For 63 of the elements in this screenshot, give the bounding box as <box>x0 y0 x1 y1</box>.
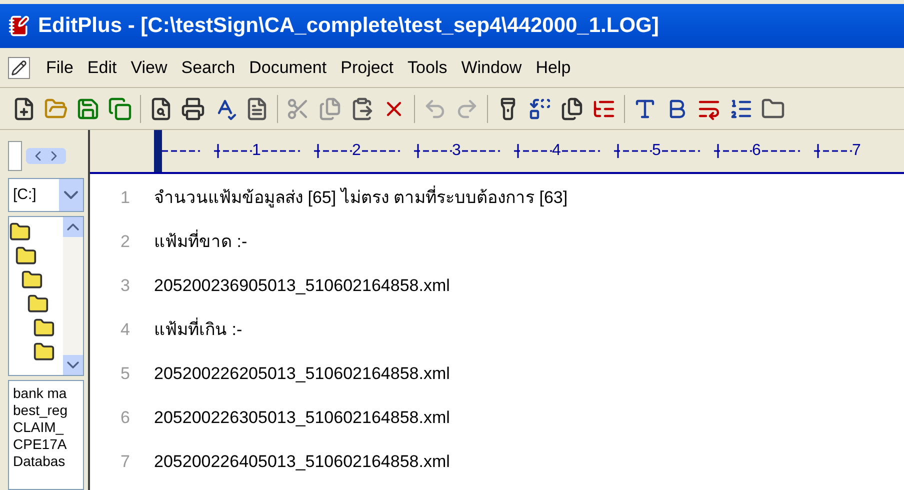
window-title: EditPlus - [C:\testSign\CA_complete\test_sep4\442000_1.LOG] <box>38 13 659 40</box>
file-list-item[interactable]: best_reg <box>13 402 83 419</box>
document-icon[interactable] <box>245 96 269 120</box>
save-all-icon[interactable] <box>108 96 132 120</box>
save-icon[interactable] <box>76 96 100 120</box>
ruler-number: 4 <box>552 141 562 161</box>
ruler-number: 2 <box>352 141 362 161</box>
line-number: 3 <box>120 275 130 298</box>
menu-item[interactable]: Project <box>334 54 400 80</box>
line-number: 5 <box>120 363 130 386</box>
line-number: 7 <box>120 451 130 474</box>
scroll-up-icon[interactable] <box>63 217 83 237</box>
folder-icon[interactable] <box>33 341 55 363</box>
pencil-icon <box>8 56 30 78</box>
line-number: 6 <box>120 407 130 430</box>
sidebar-tab[interactable] <box>8 141 22 171</box>
pages-icon[interactable] <box>560 96 584 120</box>
ruler-number: 6 <box>752 141 762 161</box>
replace-icon[interactable] <box>528 96 552 120</box>
menu-item[interactable]: Search <box>175 54 242 80</box>
code-line: 205200236905013_510602164858.xml <box>154 275 450 298</box>
menu-item[interactable]: Edit <box>81 54 123 80</box>
menu-item[interactable]: Document <box>243 54 333 80</box>
code-line: แฟ้มที่เกิน :- <box>154 317 242 343</box>
drive-dropdown[interactable]: [C:] <box>8 178 84 212</box>
menu-item[interactable]: File <box>40 54 80 80</box>
file-list-item[interactable]: CPE17A <box>13 436 83 453</box>
ruler-number: 5 <box>652 141 662 161</box>
print-preview-icon[interactable] <box>149 96 173 120</box>
file-list-item[interactable]: Databas <box>13 453 83 470</box>
file-list-item[interactable]: CLAIM_ <box>13 419 83 436</box>
file-list-item[interactable]: bank ma <box>13 385 83 402</box>
menu-item[interactable]: Help <box>530 54 577 80</box>
menu-item[interactable]: View <box>124 54 174 80</box>
code-line: 205200226305013_510602164858.xml <box>154 407 450 430</box>
code-line: จำนวนแฟ้มข้อมูลส่ง [65] ไม่ตรง ตามที่ระบบต้องการ [63] <box>154 185 568 211</box>
scrollbar[interactable] <box>63 217 83 375</box>
code-line: แฟ้มที่ขาด :- <box>154 229 248 255</box>
code-line: 205200226405013_510602164858.xml <box>154 451 450 474</box>
menu-item[interactable]: Window <box>455 54 528 80</box>
line-number: 4 <box>120 319 130 342</box>
ruler-number: 3 <box>452 141 462 161</box>
folder-icon[interactable] <box>33 317 55 339</box>
app-icon <box>8 15 30 37</box>
folder-icon[interactable] <box>761 96 785 120</box>
paste-icon[interactable] <box>350 96 374 120</box>
line-number: 2 <box>120 231 130 254</box>
ruler-number: 1 <box>252 141 262 161</box>
code-line: 205200226205013_510602164858.xml <box>154 363 450 386</box>
folder-icon[interactable] <box>27 293 49 315</box>
menu-item[interactable]: Tools <box>402 54 454 80</box>
scroll-down-icon[interactable] <box>63 355 83 375</box>
cursor-marker <box>154 130 162 172</box>
ruler-number: 7 <box>852 141 862 161</box>
tab-scroll-control[interactable] <box>26 148 66 164</box>
new-file-icon[interactable] <box>12 96 36 120</box>
open-folder-icon[interactable] <box>44 96 68 120</box>
printer-icon[interactable] <box>181 96 205 120</box>
drive-value: [C:] <box>13 184 36 205</box>
folder-icon[interactable] <box>9 221 31 243</box>
folder-icon[interactable] <box>15 245 37 267</box>
line-number: 1 <box>120 187 130 210</box>
folder-icon[interactable] <box>21 269 43 291</box>
